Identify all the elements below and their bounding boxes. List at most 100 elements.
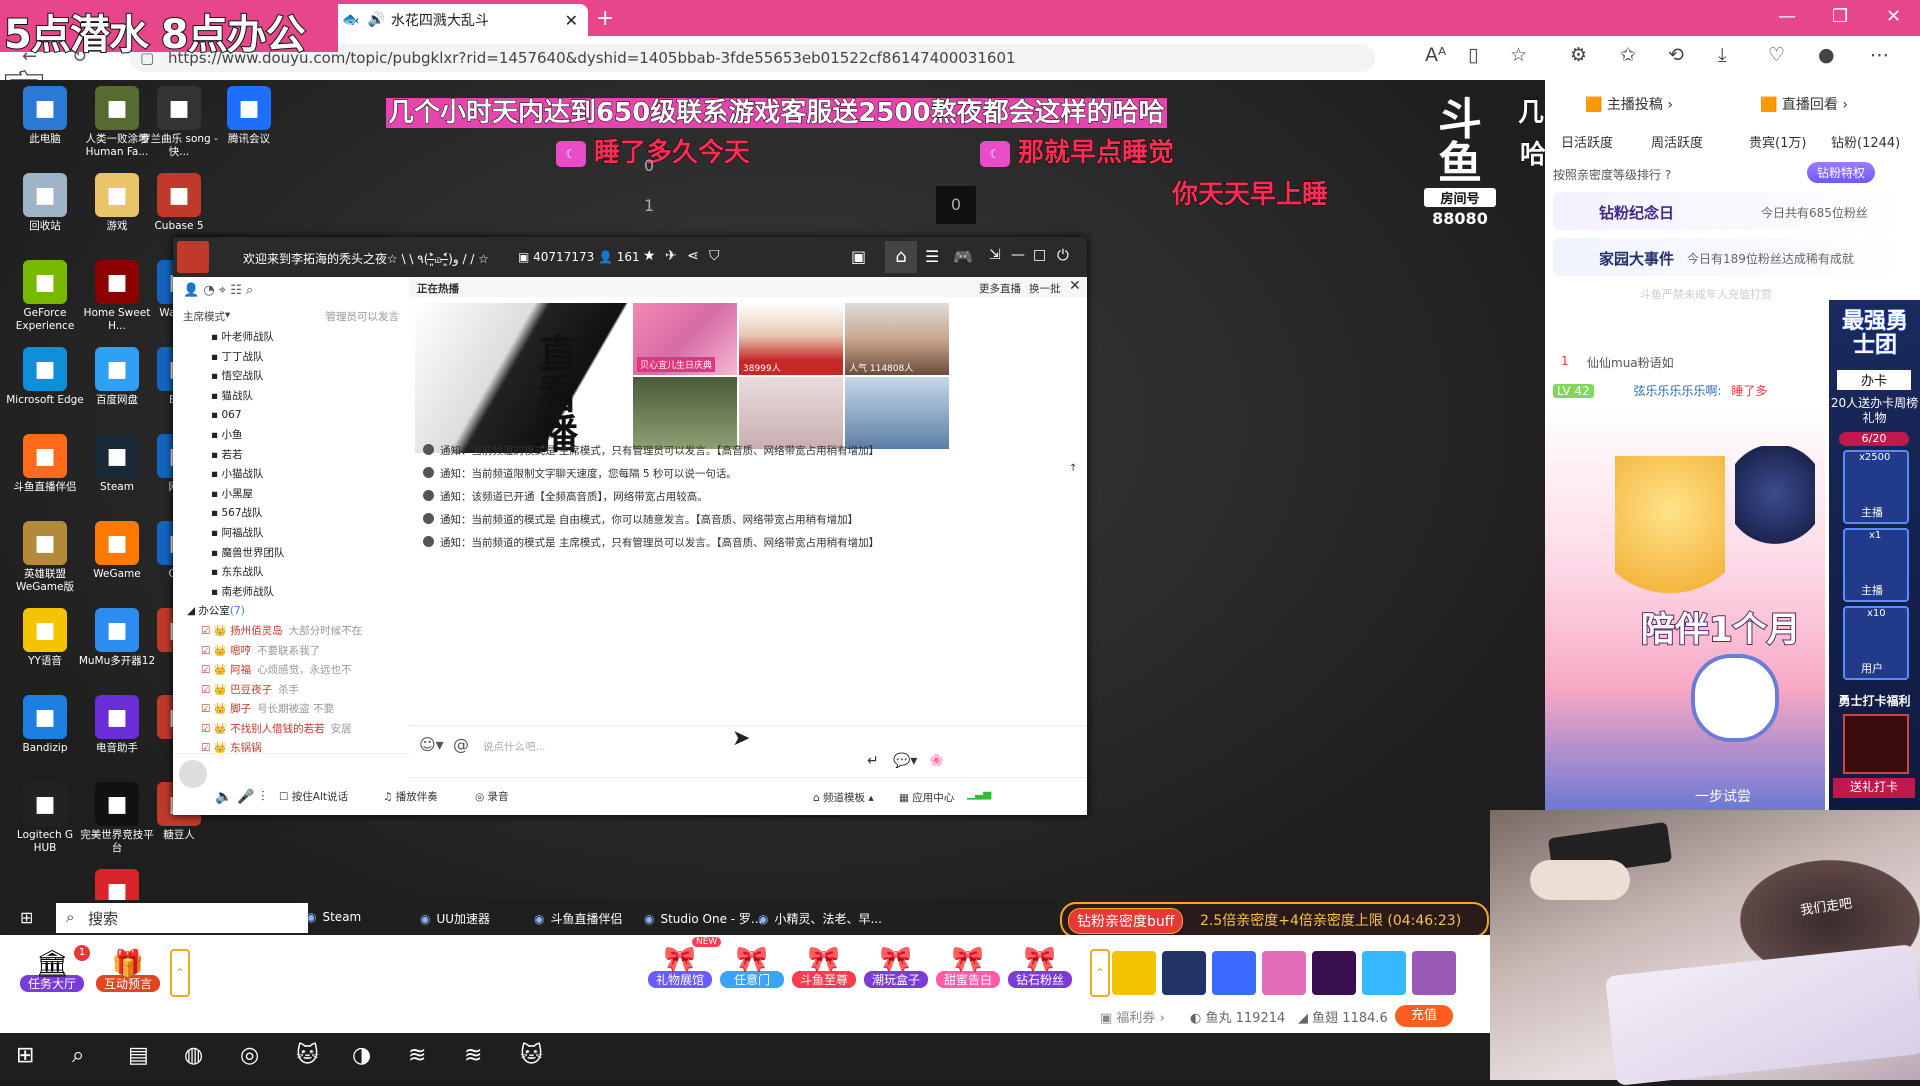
taskbar-icon[interactable]: ▤ <box>128 1043 149 1068</box>
desktop-icon[interactable]: ■ 回收站 <box>4 173 86 233</box>
new-tab-icon[interactable]: + <box>596 6 614 31</box>
channel-item[interactable]: ▪ 魔兽世界团队 <box>173 544 409 564</box>
rank-name[interactable]: 仙仙mua粉语如 <box>1587 354 1674 371</box>
live-card[interactable]: 38999人 <box>739 303 843 375</box>
history-icon[interactable]: ⟲ <box>1668 44 1684 66</box>
welfare-link[interactable]: ▣ 福利券 › <box>1100 1007 1165 1026</box>
yy-voice-window[interactable]: 欢迎来到李拓海的秃头之夜☆ \ \ ٩(˃̶͈̀௰˂̶͈́)و / / ☆ ▣ … <box>173 237 1087 815</box>
channel-item[interactable]: ▪ 阿福战队 <box>173 524 409 544</box>
live-card[interactable] <box>633 377 737 449</box>
extensions-icon[interactable]: ⚙ <box>1570 44 1587 66</box>
member-item[interactable]: ☑ 👑 巴豆夜子 杀手 <box>173 681 409 701</box>
mixer-icon[interactable]: ⫶ <box>261 789 265 805</box>
scroll-top-icon[interactable]: ↑ <box>1069 463 1077 474</box>
taskbar-app[interactable]: ◉ Steam <box>306 910 361 924</box>
gamepad-icon[interactable]: 🎮 <box>953 247 973 266</box>
minimize-icon[interactable]: — <box>1778 6 1796 27</box>
rank-tab[interactable]: 周活跃度 <box>1651 132 1703 151</box>
gift-item-icon[interactable] <box>1412 951 1456 995</box>
home-icon[interactable]: ⌂ <box>885 241 917 273</box>
star-icon[interactable]: ★ <box>643 248 656 264</box>
fan-buff-banner[interactable]: 钻粉亲密度buff 2.5倍亲密度+4倍亲密度上限 (04:46:23) <box>1060 902 1489 938</box>
member-item[interactable]: ☑ 👑 阿福 心烦感觉，永远也不 <box>173 661 409 681</box>
member-item[interactable]: ☑ 👑 扬州佰灵岛 大部分时候不在 <box>173 622 409 642</box>
recharge-button[interactable]: 充值 <box>1395 1005 1453 1027</box>
desktop-icon[interactable]: ■ 此电脑 <box>4 86 86 146</box>
gift-item-icon[interactable] <box>1162 951 1206 995</box>
favorite-star-icon[interactable]: ☆ <box>1510 44 1527 66</box>
live-card[interactable] <box>739 377 843 449</box>
taskbar-app[interactable]: ◉ UU加速器 <box>420 910 490 927</box>
rank-tab[interactable]: 贵宾(1万) <box>1749 132 1806 151</box>
favorites-icon[interactable]: ✩ <box>1620 44 1636 66</box>
taskbar-app[interactable]: ◉ 斗鱼直播伴侣 <box>534 910 623 927</box>
power-icon[interactable]: ⏻ <box>1057 246 1069 264</box>
live-card[interactable]: 贝心宜儿生日庆典 <box>633 303 737 375</box>
monthly-promo-banner[interactable]: 陪伴1个月 一步试尝 <box>1545 406 1825 810</box>
task-hall-button[interactable]: 🏛 任务大厅 1 <box>20 945 90 992</box>
minimize-icon[interactable]: — <box>1011 247 1025 263</box>
collapse-right-icon[interactable]: ⌃ <box>1090 949 1110 997</box>
mic-icon[interactable]: 🎤 <box>237 789 254 805</box>
rank-tab[interactable]: 钻粉(1244) <box>1831 132 1900 151</box>
gift-tab[interactable]: 🎀 礼物展馆 <box>648 945 712 988</box>
vip-button[interactable]: 钻粉特权 <box>1807 162 1876 183</box>
taskbar-app[interactable]: ◉ 小精灵、法老、早... <box>758 910 882 927</box>
rank-tab[interactable]: 日活跃度 <box>1561 132 1613 151</box>
reader-view-icon[interactable]: ▯ <box>1468 44 1478 66</box>
taskbar-icon[interactable]: ⊞ <box>16 1043 34 1068</box>
taskbar-icon[interactable]: 🐱 <box>296 1043 319 1068</box>
member-item[interactable]: ☑ 👑 嗯哼 不要联系我了 <box>173 642 409 662</box>
gift-card[interactable]: x10 用户 <box>1843 606 1909 680</box>
maximize-icon[interactable]: □ <box>1033 247 1046 263</box>
taskbar-icon[interactable]: ◑ <box>352 1043 371 1068</box>
windows-start-icon[interactable]: ⊞ <box>20 908 33 927</box>
channel-template[interactable]: ⌂ 频道模板 ▴ <box>813 790 874 805</box>
gift-item-icon[interactable] <box>1262 951 1306 995</box>
speaker-icon[interactable]: 🔈 <box>215 789 232 805</box>
channel-item[interactable]: ▪ 东东战队 <box>173 563 409 583</box>
channel-item[interactable]: ▪ 叶老师战队 <box>173 328 409 348</box>
replay-link[interactable]: 🟧 直播回看 › <box>1760 94 1848 114</box>
flower-icon[interactable]: 🌸 <box>929 753 944 767</box>
gift-item-icon[interactable] <box>1112 951 1156 995</box>
shield-icon[interactable]: ⛉ <box>709 248 720 264</box>
channel-item[interactable]: ▪ 悟空战队 <box>173 367 409 387</box>
channel-item[interactable]: ▪ 若若 <box>173 446 409 466</box>
read-aloud-icon[interactable]: Aᴬ <box>1425 44 1446 66</box>
taskbar-icon[interactable]: ≋ <box>408 1043 426 1068</box>
browser-tab[interactable]: 🐟 🔊 水花四溅大乱斗 ✕ <box>330 4 588 36</box>
stream-search-box[interactable]: ⌕ 搜索 <box>56 903 308 933</box>
gift-card[interactable]: x1 主播 <box>1843 528 1909 602</box>
profile-avatar[interactable]: ● <box>1818 44 1835 66</box>
gift-item-icon[interactable] <box>1362 951 1406 995</box>
gift-tab[interactable]: 🎀 甜蜜告白 <box>936 945 1000 988</box>
speaker-icon[interactable]: 🔊 <box>367 12 384 28</box>
contribute-link[interactable]: 🟧 主播投稿 › <box>1585 94 1673 114</box>
downloads-icon[interactable]: ⤓ <box>1718 44 1726 66</box>
desktop-icon[interactable]: ■ Bandizip <box>4 695 86 755</box>
close-window-icon[interactable]: ✕ <box>1886 6 1901 27</box>
plane-icon[interactable]: ✈ <box>665 248 677 264</box>
channel-mode[interactable]: 主席模式 <box>183 309 225 324</box>
enter-icon[interactable]: ↵ <box>867 753 879 769</box>
taskbar-app[interactable]: ◉ Studio One - 罗... <box>644 910 762 927</box>
desktop-icon[interactable]: ■ YY语音 <box>4 608 86 668</box>
pin-icon[interactable]: ⇲ <box>989 247 1001 263</box>
gift-tab[interactable]: 🎀 钻石粉丝 <box>1008 945 1072 988</box>
gift-tab[interactable]: 🎀 潮玩盒子 <box>864 945 928 988</box>
taskbar-icon[interactable]: ≋ <box>464 1043 482 1068</box>
gift-item-icon[interactable] <box>1312 951 1356 995</box>
channel-item[interactable]: ▪ 丁丁战队 <box>173 348 409 368</box>
user-avatar[interactable] <box>179 760 207 788</box>
live-card[interactable]: 人气 114808人 <box>845 303 949 375</box>
desktop-icon[interactable]: ■ Logitech G HUB <box>4 782 86 855</box>
close-tab-icon[interactable]: ✕ <box>565 11 578 30</box>
gift-tab[interactable]: 🎀 任意门 <box>720 945 784 988</box>
collapse-icon[interactable]: ⌃ <box>170 949 190 997</box>
live-card[interactable]: 直看播 <box>415 303 629 453</box>
desktop-icon[interactable]: ■ Microsoft Edge <box>4 347 86 407</box>
performance-icon[interactable]: ♡ <box>1768 44 1785 66</box>
emoji-icon[interactable]: ☺▾ <box>419 735 444 754</box>
gift-card[interactable]: x2500 主播 <box>1843 450 1909 524</box>
